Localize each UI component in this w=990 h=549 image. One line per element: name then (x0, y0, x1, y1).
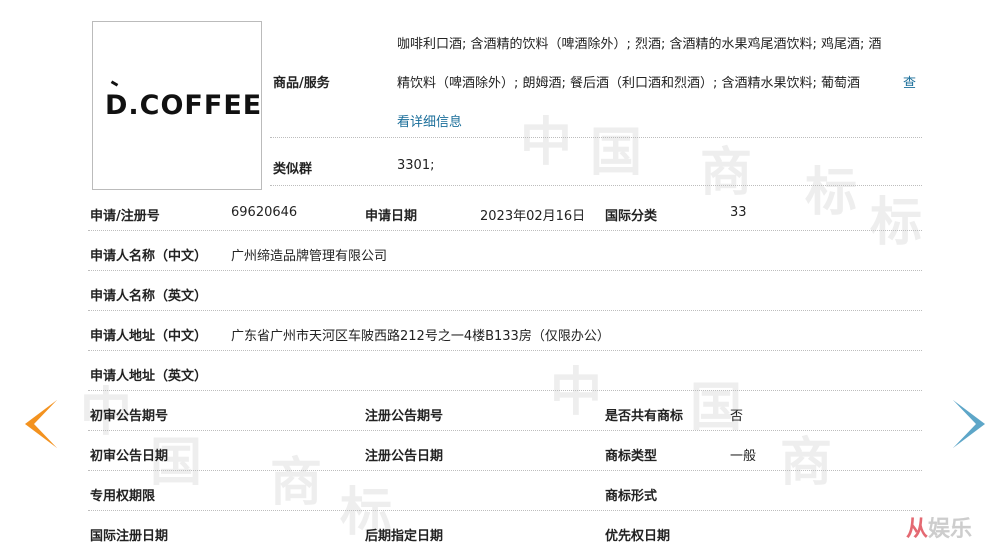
app-date-value: 2023年02月16日 (480, 209, 586, 224)
row-divider (88, 430, 922, 431)
reg-ann-no-label: 注册公告期号 (365, 409, 444, 424)
trademark-image: D.COFFEE (92, 21, 262, 190)
prev-arrow-button[interactable] (25, 400, 57, 448)
corner-watermark-symbol: 从 (905, 517, 928, 542)
shared-trademark-value: 否 (730, 409, 744, 424)
row-divider (88, 310, 922, 311)
applicant-en-label: 申请人名称（英文） (90, 289, 208, 304)
tm-type-value: 一般 (730, 449, 757, 464)
tm-type-label: 商标类型 (605, 449, 658, 464)
watermark-char: 标 (805, 163, 858, 223)
next-arrow-button[interactable] (953, 400, 985, 448)
watermark-char: 商 (270, 453, 323, 513)
row-divider (270, 185, 922, 186)
similar-group-value: 3301; (397, 158, 435, 173)
priority-date-label: 优先权日期 (605, 529, 671, 544)
applicant-cn-label: 申请人名称（中文） (90, 249, 208, 264)
row-divider (88, 510, 922, 511)
watermark-char: 国 (690, 378, 743, 438)
shared-trademark-label: 是否共有商标 (605, 409, 684, 424)
intl-class-value: 33 (730, 205, 747, 220)
reg-no-value: 69620646 (231, 205, 298, 220)
row-divider (88, 470, 922, 471)
reg-ann-date-label: 注册公告日期 (365, 449, 444, 464)
watermark-char: 标 (870, 193, 923, 253)
exclusive-period-label: 专用权期限 (90, 489, 156, 504)
address-en-label: 申请人地址（英文） (90, 369, 208, 384)
goods-line-2: 精饮料（啤酒除外）; 朗姆酒; 餐后酒（利口酒和烈酒）; 含酒精水果饮料; 葡萄… (397, 76, 861, 91)
row-divider (270, 137, 922, 138)
row-divider (88, 270, 922, 271)
row-divider (88, 350, 922, 351)
logo-accent-mark (110, 80, 119, 87)
prelim-date-label: 初审公告日期 (90, 449, 169, 464)
reg-no-label: 申请/注册号 (90, 209, 160, 224)
address-cn-label: 申请人地址（中文） (90, 329, 208, 344)
goods-services-label: 商品/服务 (273, 76, 330, 91)
trademark-logo-text: D.COFFEE (105, 90, 263, 121)
watermark-char: 国 (590, 123, 643, 183)
tm-form-label: 商标形式 (605, 489, 658, 504)
intl-class-label: 国际分类 (605, 209, 658, 224)
corner-watermark: 从娱乐 (906, 511, 972, 543)
similar-group-label: 类似群 (273, 162, 313, 177)
applicant-cn-value: 广州缔造品牌管理有限公司 (231, 249, 388, 264)
later-designation-date-label: 后期指定日期 (365, 529, 444, 544)
view-details-link-part1[interactable]: 查 (903, 72, 916, 91)
watermark-char: 中 (550, 363, 603, 423)
app-date-label: 申请日期 (365, 209, 418, 224)
intl-reg-date-label: 国际注册日期 (90, 529, 169, 544)
watermark-char: 商 (700, 143, 753, 203)
view-details-link[interactable]: 看详细信息 (397, 111, 462, 130)
corner-watermark-text: 娱乐 (927, 517, 972, 542)
row-divider (88, 230, 922, 231)
prev-arrow-icon (34, 400, 57, 448)
goods-line-1: 咖啡利口酒; 含酒精的饮料（啤酒除外）; 烈酒; 含酒精的水果鸡尾酒饮料; 鸡尾… (397, 37, 882, 52)
prelim-no-label: 初审公告期号 (90, 409, 169, 424)
watermark-char: 商 (780, 433, 833, 493)
address-cn-value: 广东省广州市天河区车陂西路212号之一4楼B133房（仅限办公） (231, 329, 610, 344)
next-arrow-icon (953, 400, 976, 448)
row-divider (88, 390, 922, 391)
